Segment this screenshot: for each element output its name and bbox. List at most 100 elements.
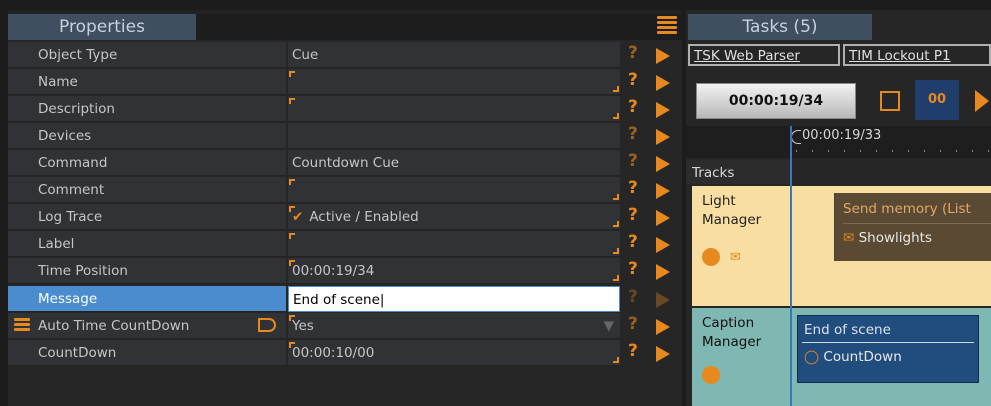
help-icon[interactable]: ? — [628, 259, 638, 279]
prop-value-text: 00:00:19/34 — [292, 263, 375, 279]
track-name: Caption Manager — [702, 315, 762, 350]
prop-row-countdown: CountDown 00:00:10/00 ? — [8, 340, 682, 367]
megaphone-icon: ✉ — [730, 250, 741, 265]
task-tab-lockout[interactable]: TIM Lockout P1 — [843, 44, 991, 66]
help-icon[interactable]: ? — [628, 341, 638, 361]
prop-label: Log Trace — [8, 204, 286, 230]
help-icon[interactable]: ? — [628, 43, 638, 63]
prop-row-object-type: Object Type Cue ? — [8, 42, 682, 69]
prop-label: CountDown — [8, 340, 286, 366]
prop-value-object-type[interactable]: Cue — [288, 42, 620, 68]
prop-value-text: Yes — [292, 318, 314, 334]
prop-value-time-position[interactable]: 00:00:19/34 — [288, 258, 620, 284]
track-header-light-manager[interactable]: Light Manager ✉ — [692, 186, 790, 306]
tag-icon[interactable] — [258, 318, 276, 332]
prop-label: Auto Time CountDown — [8, 313, 286, 339]
play-icon[interactable] — [656, 264, 670, 280]
ruler-ticks — [796, 150, 991, 152]
timeline-ruler[interactable]: 00:00:19/33 — [686, 126, 991, 158]
properties-menu-icon[interactable] — [657, 16, 677, 34]
task-tab-web-parser[interactable]: TSK Web Parser — [688, 44, 840, 66]
ruler-time: 00:00:19/33 — [802, 128, 882, 143]
prop-row-comment: Comment ? — [8, 177, 682, 204]
prop-label: Comment — [8, 177, 286, 203]
help-icon[interactable]: ? — [628, 70, 638, 90]
field-corner-icon — [289, 315, 295, 321]
playhead-line[interactable] — [790, 126, 792, 406]
play-icon[interactable] — [656, 319, 670, 335]
chevron-down-icon[interactable]: ▼ — [604, 313, 614, 339]
prop-row-log-trace: Log Trace ✔ Active / Enabled ? — [8, 204, 682, 231]
prop-row-name: Name ? — [8, 69, 682, 96]
prop-row-message: Message End of scene| ? — [8, 286, 682, 313]
prop-value-log-trace[interactable]: ✔ Active / Enabled — [288, 204, 620, 230]
field-corner-icon — [613, 194, 619, 200]
play-icon[interactable] — [656, 210, 670, 226]
field-corner-icon — [613, 275, 619, 281]
play-icon[interactable] — [656, 183, 670, 199]
clock-icon: ◯ — [804, 349, 824, 365]
play-icon[interactable] — [656, 237, 670, 253]
play-icon[interactable] — [656, 346, 670, 362]
play-icon[interactable] — [656, 48, 670, 64]
help-icon[interactable]: ? — [628, 314, 638, 334]
prop-value-text: 00:00:10/00 — [292, 345, 375, 361]
play-icon[interactable] — [656, 156, 670, 172]
play-icon[interactable] — [656, 75, 670, 91]
help-icon[interactable]: ? — [628, 287, 638, 307]
clip-sub: ◯ CountDown — [804, 349, 902, 365]
field-corner-icon — [613, 221, 619, 227]
stop-button[interactable] — [880, 91, 900, 111]
help-icon[interactable]: ? — [628, 97, 638, 117]
track-header-caption-manager[interactable]: Caption Manager — [692, 308, 790, 406]
properties-tab[interactable]: Properties — [8, 14, 196, 40]
tasks-tab[interactable]: Tasks (5) — [688, 14, 872, 40]
help-icon[interactable]: ? — [628, 178, 638, 198]
timeline-clip-send-memory[interactable]: Send memory (List ✉ Showlights — [834, 193, 991, 261]
play-circle-icon[interactable] — [702, 248, 720, 266]
prop-value-description[interactable] — [288, 96, 620, 122]
prop-value-comment[interactable] — [288, 177, 620, 203]
prop-value-text: Cue — [292, 47, 319, 63]
help-icon[interactable]: ? — [628, 151, 638, 171]
message-input[interactable]: End of scene| — [288, 286, 620, 312]
prop-row-command: Command Countdown Cue ? — [8, 150, 682, 177]
prop-value-command[interactable]: Countdown Cue — [288, 150, 620, 176]
clock-icon[interactable] — [702, 366, 720, 384]
clip-title: Send memory (List — [843, 201, 971, 217]
prop-value-countdown[interactable]: 00:00:10/00 — [288, 340, 620, 366]
prop-value-name[interactable] — [288, 69, 620, 95]
field-corner-icon — [613, 357, 619, 363]
prop-label: Devices — [8, 123, 286, 149]
pause-button[interactable]: 00 — [915, 80, 959, 120]
prop-label: Object Type — [8, 42, 286, 68]
field-corner-icon — [289, 179, 295, 185]
clip-sub: ✉ Showlights — [843, 230, 932, 246]
prop-value-label[interactable] — [288, 231, 620, 257]
prop-value-text: End of scene — [293, 292, 380, 308]
field-corner-icon — [289, 342, 295, 348]
row-menu-icon[interactable] — [14, 318, 30, 336]
play-icon[interactable] — [656, 129, 670, 145]
field-corner-icon — [613, 86, 619, 92]
auto-time-countdown-select[interactable]: Yes ▼ — [288, 313, 620, 339]
help-icon[interactable]: ? — [628, 205, 638, 225]
prop-value-text: Active / Enabled — [309, 209, 419, 225]
help-icon[interactable]: ? — [628, 124, 638, 144]
track-name: Light Manager — [702, 193, 762, 228]
prop-value-text: Countdown Cue — [292, 155, 400, 171]
prop-label: Description — [8, 96, 286, 122]
playhead-marker-icon[interactable] — [791, 130, 801, 144]
field-corner-icon — [289, 233, 295, 239]
play-icon[interactable] — [656, 102, 670, 118]
timeline-clip-end-of-scene[interactable]: End of scene ◯ CountDown — [797, 315, 979, 383]
prop-label: Label — [8, 231, 286, 257]
help-icon[interactable]: ? — [628, 232, 638, 252]
field-corner-icon — [289, 206, 295, 212]
clip-title: End of scene — [804, 322, 891, 338]
play-button[interactable] — [975, 90, 989, 112]
play-icon[interactable] — [656, 292, 670, 308]
prop-row-devices: Devices ? — [8, 123, 682, 150]
field-corner-icon — [613, 248, 619, 254]
prop-value-devices[interactable] — [288, 123, 620, 149]
